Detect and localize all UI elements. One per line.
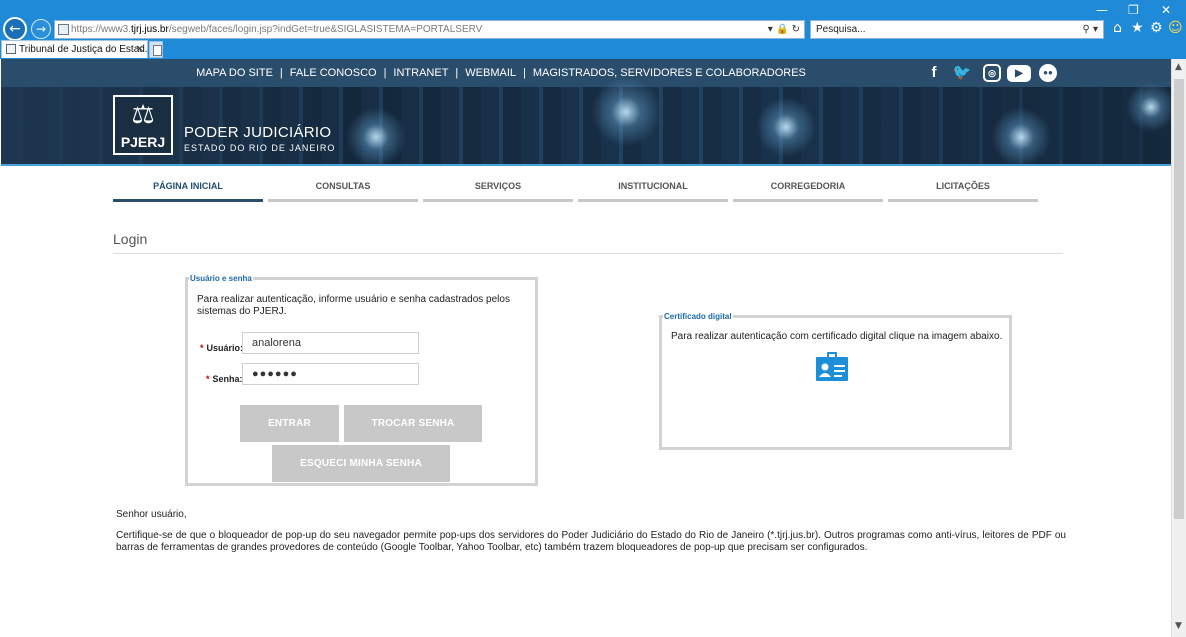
id-card-icon[interactable] [815, 352, 849, 382]
required-mark: * [200, 343, 204, 353]
notice-title: Senhor usuário, [116, 509, 187, 520]
home-icon[interactable]: ⌂ [1113, 20, 1122, 36]
search-placeholder: Pesquisa... [816, 24, 866, 35]
page-favicon-icon [58, 24, 69, 35]
scroll-down-icon[interactable]: ▼ [1175, 621, 1182, 631]
link-webmail[interactable]: WEBMAIL [465, 67, 516, 79]
smiley-icon[interactable]: ☺ [1168, 20, 1183, 36]
login-legend: Usuário e senha [190, 274, 252, 283]
nav-licitacoes[interactable]: LICITAÇÕES [888, 179, 1038, 202]
instagram-icon[interactable]: ◎ [983, 64, 1001, 82]
nav-institucional[interactable]: INSTITUCIONAL [578, 179, 728, 202]
restore-icon[interactable]: ❐ [1128, 3, 1139, 17]
back-icon: ← [9, 21, 21, 37]
banner-light [1126, 82, 1171, 132]
link-intranet[interactable]: INTRANET [393, 67, 448, 79]
facebook-icon[interactable]: f [923, 63, 945, 83]
nav-corregedoria[interactable]: CORREGEDORIA [733, 179, 883, 202]
username-input[interactable]: analorena [242, 332, 419, 354]
tab-close-icon[interactable]: ✕ [136, 41, 144, 58]
dropdown-icon[interactable]: ▾ [768, 24, 773, 35]
password-input[interactable]: ●●●●●● [242, 363, 419, 385]
lock-icon[interactable]: 🔒 [776, 24, 788, 35]
scroll-up-icon[interactable]: ▲ [1175, 62, 1182, 72]
scroll-thumb[interactable] [1174, 79, 1184, 519]
main-nav: PÁGINA INICIAL CONSULTAS SERVIÇOS INSTIT… [113, 179, 1043, 203]
minimize-icon[interactable]: — [1096, 3, 1108, 17]
divider [113, 253, 1063, 254]
pjerj-logo[interactable]: ⚖ PJERJ [113, 95, 173, 155]
refresh-icon[interactable]: ↻ [792, 24, 800, 35]
url-host: tjrj.jus.br [131, 24, 169, 35]
password-label: * Senha: [206, 374, 243, 384]
url-prefix: https://www3. [71, 24, 132, 35]
required-mark: * [206, 374, 210, 384]
banner-light [346, 107, 406, 167]
link-staff[interactable]: MAGISTRADOS, SERVIDORES E COLABORADORES [533, 67, 806, 79]
certificate-legend: Certificado digital [664, 312, 732, 321]
web-page: MAPA DO SITE | FALE CONOSCO | INTRANET | WE… [1, 59, 1171, 637]
change-password-button[interactable]: TROCAR SENHA [344, 405, 482, 442]
enter-button[interactable]: ENTRAR [240, 405, 339, 442]
banner-light [591, 77, 661, 147]
url-path: /segweb/faces/login.jsp?indGet=true&SIGL… [168, 24, 483, 35]
address-tools: ▾ 🔒 ↻ [768, 21, 800, 38]
brand-title: PODER JUDICIÁRIO [184, 124, 332, 141]
forward-icon: → [35, 22, 47, 36]
tab-title: Tribunal de Justiça do Estad... [19, 44, 148, 55]
search-dropdown-icon[interactable]: ▾ [1093, 24, 1098, 35]
browser-tab[interactable]: Tribunal de Justiça do Estad... ✕ [1, 40, 148, 58]
flickr-icon[interactable]: ●● [1039, 64, 1057, 82]
link-contact[interactable]: FALE CONOSCO [290, 67, 377, 79]
banner-light [991, 107, 1051, 167]
twitter-icon[interactable]: 🐦 [951, 63, 973, 83]
header-banner: ⚖ PJERJ PODER JUDICIÁRIO ESTADO DO RIO D… [1, 77, 1171, 167]
close-icon[interactable]: ✕ [1161, 3, 1171, 17]
search-input[interactable]: Pesquisa... ⚲ ▾ [810, 20, 1104, 39]
star-icon[interactable]: ★ [1131, 20, 1144, 36]
banner-light [756, 97, 816, 157]
nav-consultas[interactable]: CONSULTAS [268, 179, 418, 202]
certificate-text: Para realizar autenticação com certifica… [671, 331, 1003, 342]
vertical-scrollbar[interactable]: ▲ ▼ [1171, 59, 1186, 637]
page-title: Login [113, 231, 148, 247]
youtube-icon[interactable]: ▶ [1007, 65, 1031, 82]
search-icon[interactable]: ⚲ [1082, 24, 1089, 35]
brand-subtitle: ESTADO DO RIO DE JANEIRO [184, 143, 336, 153]
tab-favicon-icon [6, 44, 16, 54]
forward-button[interactable]: → [31, 19, 51, 39]
back-button[interactable]: ← [3, 17, 27, 41]
forgot-password-button[interactable]: ESQUECI MINHA SENHA [272, 445, 450, 482]
address-bar[interactable]: https://www3.tjrj.jus.br/segweb/faces/lo… [54, 20, 805, 39]
nav-home[interactable]: PÁGINA INICIAL [113, 179, 263, 202]
gear-icon[interactable]: ⚙ [1150, 20, 1163, 36]
nav-servicos[interactable]: SERVIÇOS [423, 179, 573, 202]
scales-icon: ⚖ [131, 100, 155, 130]
logo-text: PJERJ [120, 134, 166, 150]
browser-chrome: ← → https://www3.tjrj.jus.br/segweb/face… [0, 0, 1186, 59]
notice-body: Certifique-se de que o bloqueador de pop… [116, 530, 1066, 553]
new-tab-button[interactable] [149, 41, 163, 58]
login-intro: Para realizar autenticação, informe usuá… [197, 294, 510, 317]
username-label: * Usuário: [200, 343, 244, 353]
link-site-map[interactable]: MAPA DO SITE [196, 67, 273, 79]
